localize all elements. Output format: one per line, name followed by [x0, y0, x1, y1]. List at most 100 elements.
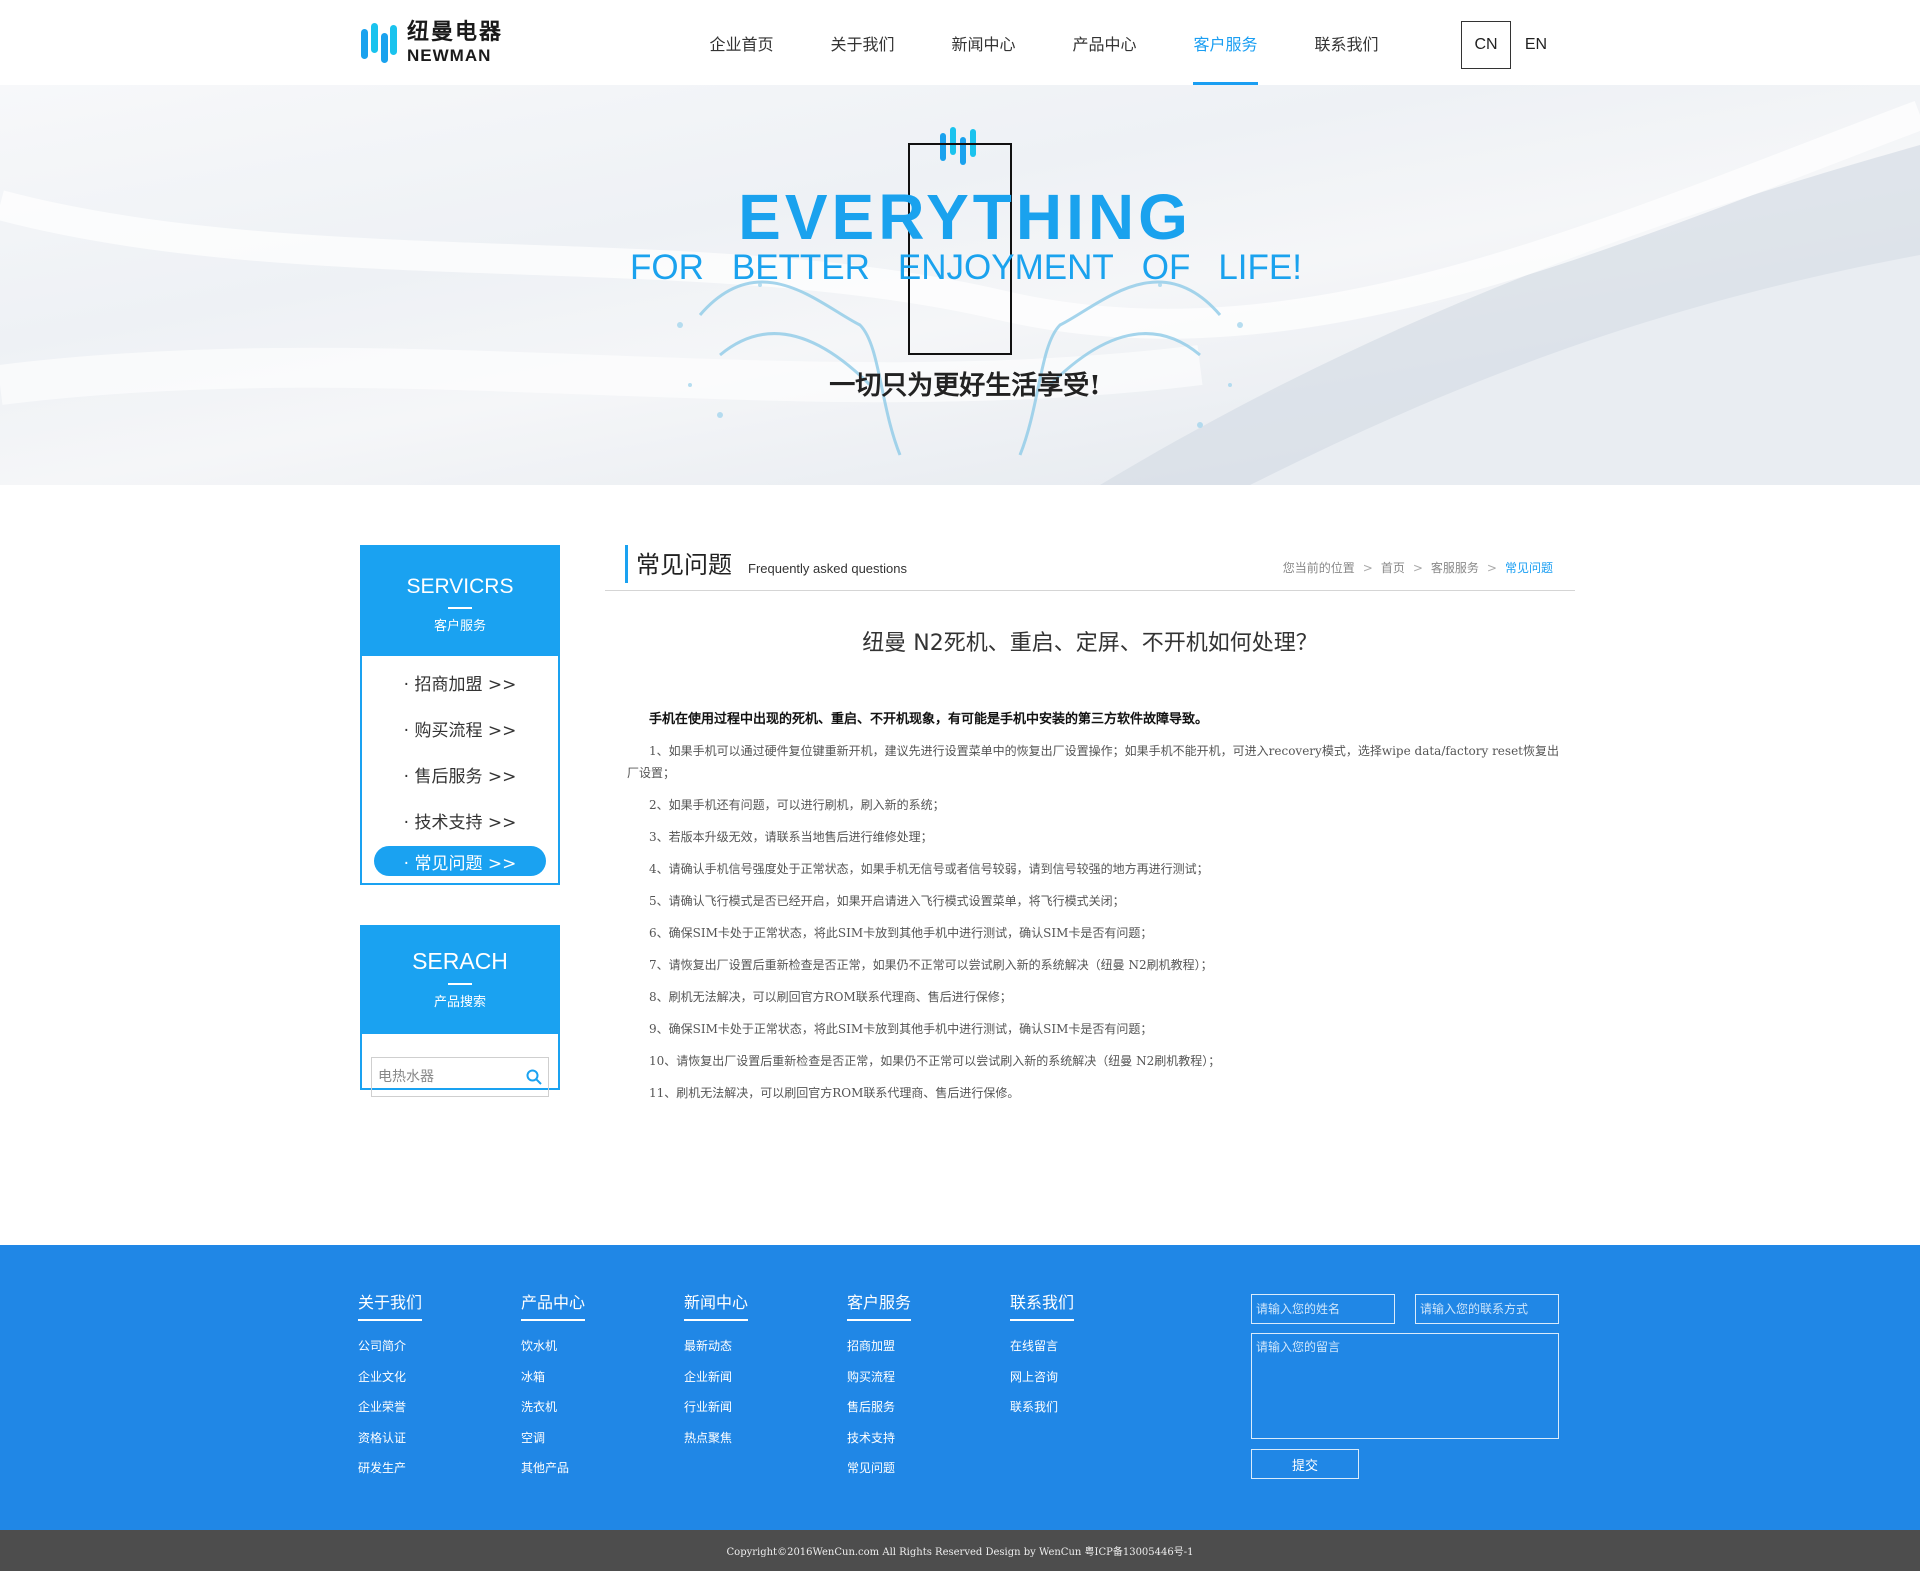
article-lead: 手机在使用过程中出现的死机、重启、不开机现象，有可能是手机中安装的第三方软件故障… — [649, 712, 1209, 727]
banner-slogan: 一切只为更好生活享受! — [829, 371, 1101, 401]
logo-cn-text: 纽曼电器 — [407, 20, 504, 45]
main-content: 常见问题 Frequently asked questions 您当前的位置 >… — [605, 545, 1575, 1100]
footer-link[interactable]: 研发生产 — [358, 1459, 422, 1490]
nav-home[interactable]: 企业首页 — [681, 0, 802, 85]
section-title: 常见问题 — [636, 551, 732, 579]
footer-link[interactable]: 联系我们 — [1010, 1398, 1074, 1429]
article-paragraph: 7、请恢复出厂设置后重新检查是否正常，如果仍不正常可以尝试刷入新的系统解决（纽曼… — [649, 958, 1213, 972]
footer-column-news: 新闻中心 最新动态 企业新闻 行业新闻 热点聚焦 — [684, 1289, 749, 1460]
tagline-word: OF — [1141, 248, 1191, 287]
footer-link[interactable]: 最新动态 — [684, 1337, 748, 1368]
section-accent-bar — [625, 545, 628, 583]
footer-link[interactable]: 资格认证 — [358, 1429, 422, 1460]
breadcrumb-parent[interactable]: 客服服务 — [1431, 559, 1479, 576]
footer-link[interactable]: 在线留言 — [1010, 1337, 1074, 1368]
search-panel-header: SERACH 产品搜索 — [362, 927, 558, 1034]
chevron-right-icon: > — [1362, 560, 1373, 575]
footer-column-title: 产品中心 — [521, 1289, 586, 1321]
article-paragraph: 3、若版本升级无效，请联系当地售后进行维修处理； — [649, 830, 933, 844]
breadcrumb-home[interactable]: 首页 — [1381, 559, 1405, 576]
article-paragraph: 9、确保SIM卡处于正常状态，将此SIM卡放到其他手机中进行测试，确认SIM卡是… — [649, 1022, 1153, 1036]
footer-column-service: 客户服务 招商加盟 购买流程 售后服务 技术支持 常见问题 — [847, 1289, 912, 1490]
footer-column-about: 关于我们 公司简介 企业文化 企业荣誉 资格认证 研发生产 — [358, 1289, 423, 1490]
article-paragraph: 2、如果手机还有问题，可以进行刷机，刷入新的系统； — [649, 798, 945, 812]
nav-about[interactable]: 关于我们 — [802, 0, 923, 85]
footer-link[interactable]: 企业文化 — [358, 1368, 422, 1399]
sidebar-item-tech-support[interactable]: · 技术支持 >> — [374, 800, 546, 840]
footer-link[interactable]: 企业新闻 — [684, 1368, 748, 1399]
services-panel-header: SERVICRS 客户服务 — [362, 547, 558, 656]
services-title: SERVICRS — [406, 575, 514, 598]
sidebar-item-franchise[interactable]: · 招商加盟 >> — [374, 662, 546, 702]
nav-contact[interactable]: 联系我们 — [1286, 0, 1407, 85]
search-icon — [526, 1069, 542, 1085]
footer-link[interactable]: 技术支持 — [847, 1429, 911, 1460]
banner-tagline: FOR BETTER ENJOYMENT OF LIFE! — [630, 248, 1302, 288]
main-nav: 企业首页 关于我们 新闻中心 产品中心 客户服务 联系我们 — [681, 0, 1407, 85]
footer-column-title: 关于我们 — [358, 1289, 423, 1321]
nav-customer-service[interactable]: 客户服务 — [1165, 0, 1286, 85]
logo[interactable]: 纽曼电器 NEWMAN — [359, 20, 519, 66]
footer-column-products: 产品中心 饮水机 冰箱 洗衣机 空调 其他产品 — [521, 1289, 586, 1490]
breadcrumb-prefix: 您当前的位置 — [1282, 561, 1355, 575]
breadcrumb: 您当前的位置 > 首页 > 客服服务 > 常见问题 — [1281, 559, 1555, 576]
footer-link[interactable]: 空调 — [521, 1429, 585, 1460]
footer-link[interactable]: 洗衣机 — [521, 1398, 585, 1429]
lang-en-button[interactable]: EN — [1511, 21, 1561, 69]
article-paragraph: 11、刷机无法解决，可以刷回官方ROM联系代理商、售后进行保修。 — [649, 1086, 1020, 1100]
banner-headline: EVERYTHING — [738, 181, 1192, 253]
article-paragraph: 5、请确认飞行模式是否已经开启，如果开启请进入飞行模式设置菜单，将飞行模式关闭； — [649, 894, 1125, 908]
nav-news[interactable]: 新闻中心 — [923, 0, 1044, 85]
footer-link[interactable]: 公司简介 — [358, 1337, 422, 1368]
footer-link[interactable]: 热点聚焦 — [684, 1429, 748, 1460]
lang-cn-button[interactable]: CN — [1461, 21, 1511, 69]
site-header: 纽曼电器 NEWMAN 企业首页 关于我们 新闻中心 产品中心 客户服务 联系我… — [0, 0, 1920, 85]
footer-column-contact: 联系我们 在线留言 网上咨询 联系我们 — [1010, 1289, 1075, 1429]
sidebar-item-after-sales[interactable]: · 售后服务 >> — [374, 754, 546, 794]
footer-link[interactable]: 企业荣誉 — [358, 1398, 422, 1429]
name-field[interactable] — [1251, 1294, 1395, 1324]
services-menu: · 招商加盟 >> · 购买流程 >> · 售后服务 >> · 技术支持 >> … — [362, 656, 558, 876]
sidebar-item-faq[interactable]: · 常见问题 >> — [374, 846, 546, 876]
section-subtitle: Frequently asked questions — [748, 561, 907, 576]
submit-button[interactable]: 提交 — [1251, 1449, 1359, 1479]
page: 纽曼电器 NEWMAN 企业首页 关于我们 新闻中心 产品中心 客户服务 联系我… — [0, 0, 1920, 1571]
article-paragraph: 8、刷机无法解决，可以刷回官方ROM联系代理商、售后进行保修； — [649, 990, 1012, 1004]
copyright-bar: Copyright©2016WenCun.com All Rights Rese… — [0, 1530, 1920, 1571]
breadcrumb-current: 常见问题 — [1504, 561, 1553, 575]
article-title: 纽曼 N2死机、重启、定屏、不开机如何处理？ — [862, 631, 1318, 656]
footer-link[interactable]: 冰箱 — [521, 1368, 585, 1399]
footer-link[interactable]: 网上咨询 — [1010, 1368, 1074, 1399]
divider — [448, 983, 472, 985]
sidebar-item-purchase-process[interactable]: · 购买流程 >> — [374, 708, 546, 748]
chevron-right-icon: > — [1412, 560, 1423, 575]
newman-logo-icon — [361, 23, 397, 63]
footer-link[interactable]: 饮水机 — [521, 1337, 585, 1368]
search-button[interactable] — [520, 1060, 548, 1094]
article-body: 手机在使用过程中出现的死机、重启、不开机现象，有可能是手机中安装的第三方软件故障… — [627, 710, 1567, 1104]
chevron-right-icon: > — [1486, 560, 1497, 575]
section-header: 常见问题 Frequently asked questions 您当前的位置 >… — [605, 545, 1575, 591]
search-box — [371, 1057, 549, 1097]
footer-link[interactable]: 行业新闻 — [684, 1398, 748, 1429]
footer-link[interactable]: 常见问题 — [847, 1459, 911, 1490]
contact-field[interactable] — [1415, 1294, 1559, 1324]
message-field[interactable] — [1251, 1333, 1559, 1439]
footer-column-title: 客户服务 — [847, 1289, 912, 1321]
footer-link[interactable]: 购买流程 — [847, 1368, 911, 1399]
article-paragraph: 1、如果手机可以通过硬件复位键重新开机，建议先进行设置菜单中的恢复出厂设置操作；… — [627, 744, 1559, 780]
search-input[interactable] — [376, 1059, 520, 1095]
tagline-word: ENJOYMENT — [897, 248, 1114, 287]
tagline-word: BETTER — [731, 248, 870, 287]
tagline-word: FOR — [630, 248, 704, 287]
article-paragraph: 10、请恢复出厂设置后重新检查是否正常，如果仍不正常可以尝试刷入新的系统解决（纽… — [649, 1054, 1221, 1068]
article-paragraph: 6、确保SIM卡处于正常状态，将此SIM卡放到其他手机中进行测试，确认SIM卡是… — [649, 926, 1153, 940]
services-subtitle: 客户服务 — [433, 619, 486, 634]
footer-link[interactable]: 招商加盟 — [847, 1337, 911, 1368]
footer-link[interactable]: 其他产品 — [521, 1459, 585, 1490]
search-subtitle: 产品搜索 — [433, 995, 486, 1010]
footer-column-title: 联系我们 — [1010, 1289, 1075, 1321]
divider — [448, 607, 472, 609]
nav-products[interactable]: 产品中心 — [1044, 0, 1165, 85]
footer-link[interactable]: 售后服务 — [847, 1398, 911, 1429]
